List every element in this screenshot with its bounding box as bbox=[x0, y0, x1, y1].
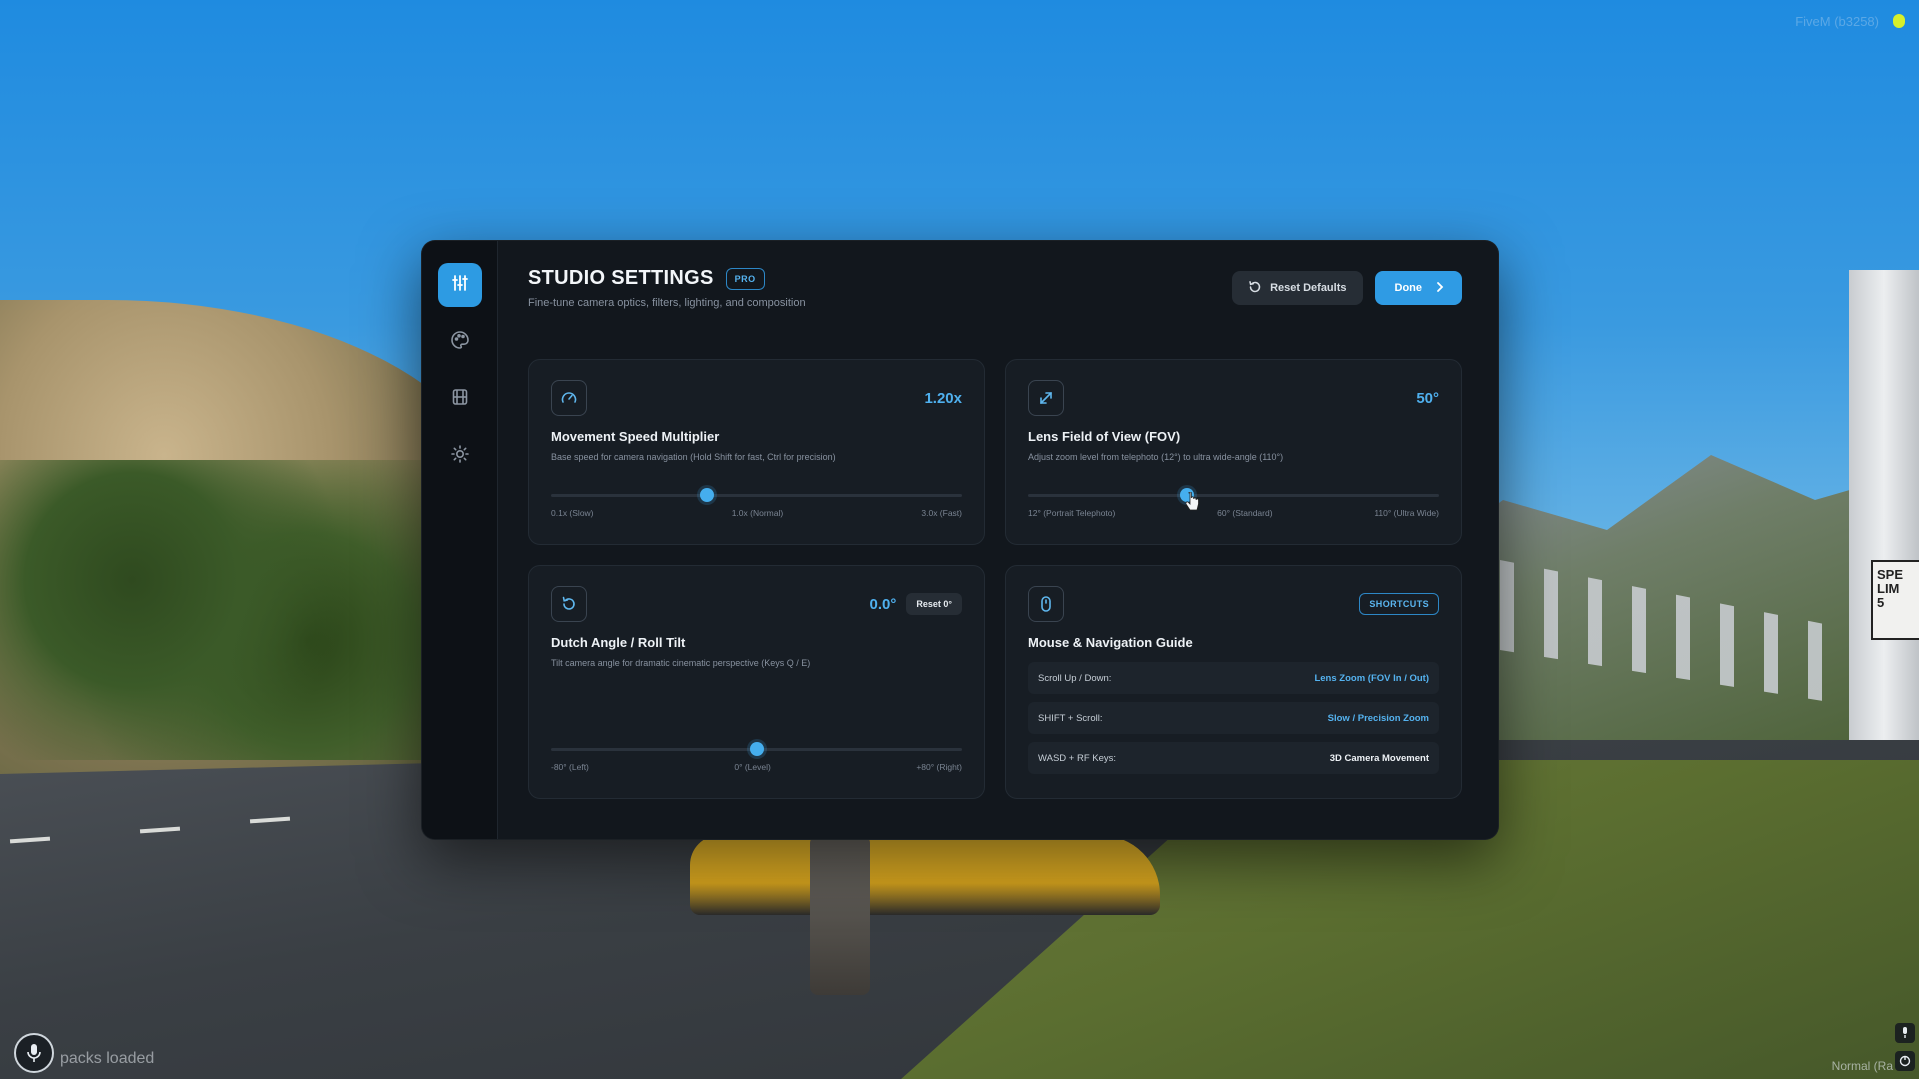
dutch-slider-thumb[interactable] bbox=[749, 742, 764, 756]
hud-indicator-icon bbox=[1893, 14, 1905, 28]
done-button[interactable]: Done bbox=[1374, 271, 1462, 305]
expand-icon bbox=[1028, 380, 1064, 416]
speed-title: Movement Speed Multiplier bbox=[551, 429, 720, 444]
sidebar-item-lighting[interactable] bbox=[438, 434, 482, 478]
sliders-icon bbox=[450, 273, 470, 298]
player-character bbox=[810, 835, 870, 995]
reset-icon bbox=[1248, 280, 1262, 297]
speed-slider-track[interactable] bbox=[551, 494, 962, 497]
fov-description: Adjust zoom level from telephoto (12°) t… bbox=[1028, 452, 1284, 462]
dutch-tick-min: -80° (Left) bbox=[551, 762, 589, 772]
fov-value: 50° bbox=[1416, 389, 1439, 407]
done-label: Done bbox=[1394, 282, 1423, 294]
speed-tick-mid: 1.0x (Normal) bbox=[731, 508, 784, 518]
page-subtitle: Fine-tune camera optics, filters, lighti… bbox=[528, 297, 806, 309]
guide-title: Mouse & Navigation Guide bbox=[1028, 635, 1193, 650]
fov-tick-mid: 60° (Standard) bbox=[1217, 508, 1273, 518]
guide-key: SHIFT + Scroll: bbox=[1038, 712, 1103, 724]
dutch-description: Tilt camera angle for dramatic cinematic… bbox=[551, 658, 811, 668]
mouse-cursor-icon bbox=[1186, 492, 1199, 511]
speed-description: Base speed for camera navigation (Hold S… bbox=[551, 452, 836, 462]
speed-tick-min: 0.1x (Slow) bbox=[551, 508, 594, 518]
palette-icon bbox=[450, 330, 470, 355]
page-title: STUDIO SETTINGS bbox=[528, 267, 714, 289]
speed-card: 1.20x Movement Speed Multiplier Base spe… bbox=[528, 359, 985, 545]
guide-value: Slow / Precision Zoom bbox=[1327, 712, 1429, 724]
reset-defaults-label: Reset Defaults bbox=[1270, 282, 1347, 294]
guide-list: Scroll Up / Down: Lens Zoom (FOV In / Ou… bbox=[1028, 662, 1439, 774]
dutch-tick-max: +80° (Right) bbox=[916, 762, 962, 772]
guide-row: SHIFT + Scroll: Slow / Precision Zoom bbox=[1028, 702, 1439, 734]
speed-slider-thumb[interactable] bbox=[699, 488, 714, 502]
film-icon bbox=[450, 387, 470, 412]
sidebar bbox=[422, 241, 498, 839]
dutch-value: 0.0° bbox=[869, 595, 897, 613]
settings-grid: 1.20x Movement Speed Multiplier Base spe… bbox=[528, 359, 1462, 799]
fov-title: Lens Field of View (FOV) bbox=[1028, 429, 1181, 444]
rotate-icon bbox=[551, 586, 587, 622]
hud-build-label: FiveM (b3258) bbox=[1795, 14, 1879, 29]
speed-slider[interactable] bbox=[551, 488, 962, 502]
hud-mode-label: Normal (Ra bbox=[1831, 1059, 1893, 1073]
guide-value: 3D Camera Movement bbox=[1329, 752, 1429, 764]
hud-status-text: packs loaded bbox=[60, 1050, 155, 1067]
studio-settings-modal: STUDIO SETTINGS PRO Fine-tune camera opt… bbox=[421, 240, 1499, 840]
reset-defaults-button[interactable]: Reset Defaults bbox=[1232, 271, 1363, 305]
fov-slider-track[interactable] bbox=[1028, 494, 1439, 497]
fov-tick-max: 110° (Ultra Wide) bbox=[1374, 508, 1439, 518]
sidebar-item-camera[interactable] bbox=[437, 263, 482, 307]
speed-value: 1.20x bbox=[924, 389, 962, 407]
guide-row: WASD + RF Keys: 3D Camera Movement bbox=[1028, 742, 1439, 774]
dutch-title: Dutch Angle / Roll Tilt bbox=[551, 635, 686, 650]
guide-value: Lens Zoom (FOV In / Out) bbox=[1314, 672, 1429, 684]
fov-card: 50° Lens Field of View (FOV) Adjust zoom… bbox=[1005, 359, 1462, 545]
shortcuts-badge[interactable]: SHORTCUTS bbox=[1359, 593, 1439, 615]
microphone-icon bbox=[14, 1033, 54, 1073]
trees-left bbox=[0, 460, 440, 760]
hud-power-icon bbox=[1895, 1051, 1915, 1071]
dutch-slider[interactable] bbox=[551, 742, 962, 756]
mouse-icon bbox=[1028, 586, 1064, 622]
guide-row: Scroll Up / Down: Lens Zoom (FOV In / Ou… bbox=[1028, 662, 1439, 694]
speed-tick-max: 3.0x (Fast) bbox=[921, 508, 962, 518]
yellow-car bbox=[690, 835, 1160, 915]
chevron-right-icon bbox=[1436, 281, 1444, 296]
guide-key: Scroll Up / Down: bbox=[1038, 672, 1112, 684]
guide-key: WASD + RF Keys: bbox=[1038, 752, 1117, 764]
speedometer-icon bbox=[551, 380, 587, 416]
reset-tilt-button[interactable]: Reset 0° bbox=[906, 593, 962, 615]
settings-content: STUDIO SETTINGS PRO Fine-tune camera opt… bbox=[498, 241, 1498, 839]
concrete-pillar bbox=[1849, 270, 1919, 790]
sidebar-item-filters[interactable] bbox=[438, 320, 482, 364]
sidebar-item-composition[interactable] bbox=[438, 377, 482, 421]
speed-limit-sign: SPE LIM 5 bbox=[1871, 560, 1919, 640]
fov-tick-min: 12° (Portrait Telephoto) bbox=[1028, 508, 1116, 518]
fov-slider[interactable] bbox=[1028, 488, 1439, 511]
modal-header: STUDIO SETTINGS PRO Fine-tune camera opt… bbox=[528, 267, 1462, 359]
sun-icon bbox=[450, 444, 470, 469]
pro-badge: PRO bbox=[725, 267, 765, 290]
dutch-card: 0.0° Reset 0° Dutch Angle / Roll Tilt Ti… bbox=[528, 565, 985, 799]
dutch-tick-mid: 0° (Level) bbox=[734, 762, 771, 772]
guide-card: SHORTCUTS Mouse & Navigation Guide Scrol… bbox=[1005, 565, 1462, 799]
hud-mic-small-icon bbox=[1895, 1023, 1915, 1043]
